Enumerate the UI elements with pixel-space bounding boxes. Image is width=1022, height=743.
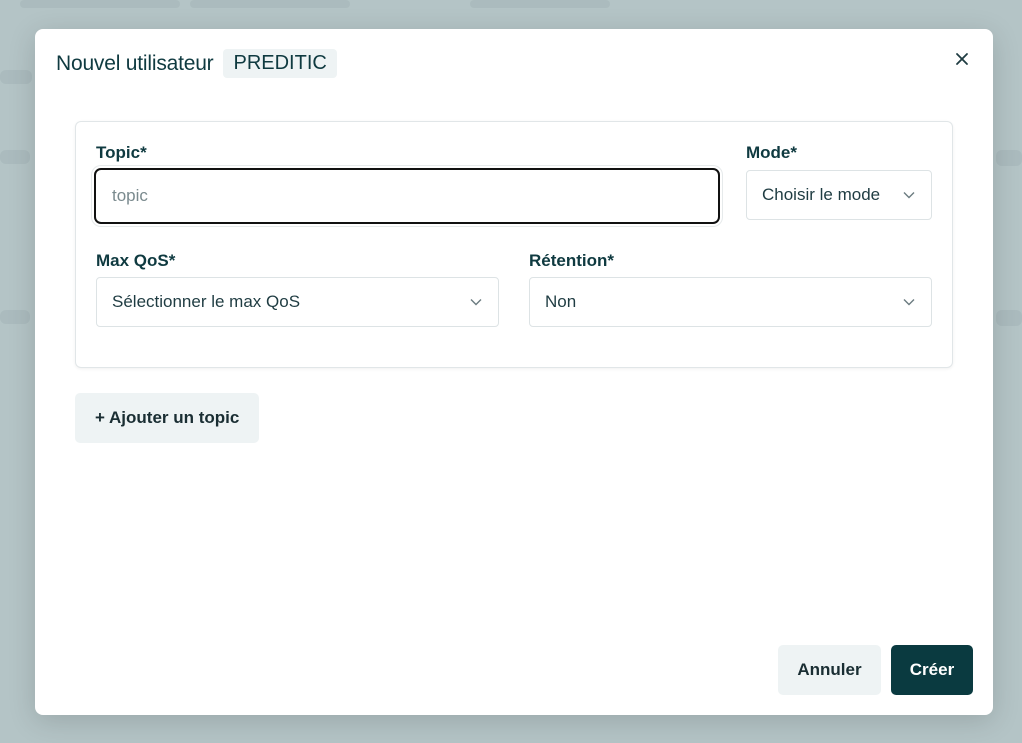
backdrop-blur (0, 70, 32, 84)
mode-select-value: Choisir le mode (762, 185, 881, 204)
retention-select-value: Non (545, 292, 577, 311)
topic-card: Topic* Mode* Choisir le mode Max QoS* Sé… (75, 121, 953, 368)
max-qos-select-value: Sélectionner le max QoS (112, 292, 301, 311)
add-topic-button[interactable]: + Ajouter un topic (75, 393, 260, 443)
backdrop-blur (996, 310, 1022, 326)
retention-select[interactable]: Non (529, 277, 932, 327)
mode-label: Mode* (746, 143, 797, 162)
retention-label: Rétention* (529, 251, 614, 270)
new-user-modal: Nouvel utilisateur PREDITIC Topic* Mode*… (35, 29, 993, 715)
backdrop-blur (0, 150, 30, 164)
create-button[interactable]: Créer (891, 645, 973, 695)
modal-title: Nouvel utilisateur (56, 51, 214, 75)
chevron-down-icon (470, 299, 482, 306)
close-button[interactable] (951, 48, 973, 70)
backdrop-blur (996, 150, 1022, 166)
backdrop-blur (20, 0, 180, 8)
backdrop-blur (0, 310, 30, 324)
max-qos-label: Max QoS* (96, 251, 176, 270)
topic-label: Topic* (96, 143, 147, 162)
backdrop-blur (190, 0, 350, 8)
chevron-down-icon (903, 192, 915, 199)
backdrop-blur (470, 0, 610, 8)
chevron-down-icon (903, 299, 915, 306)
cancel-button[interactable]: Annuler (778, 645, 881, 695)
modal-header: Nouvel utilisateur PREDITIC (56, 49, 337, 78)
tenant-badge: PREDITIC (223, 49, 337, 78)
max-qos-select[interactable]: Sélectionner le max QoS (96, 277, 499, 327)
close-icon (956, 53, 968, 65)
topic-input[interactable] (94, 168, 720, 224)
mode-select[interactable]: Choisir le mode (746, 170, 932, 220)
